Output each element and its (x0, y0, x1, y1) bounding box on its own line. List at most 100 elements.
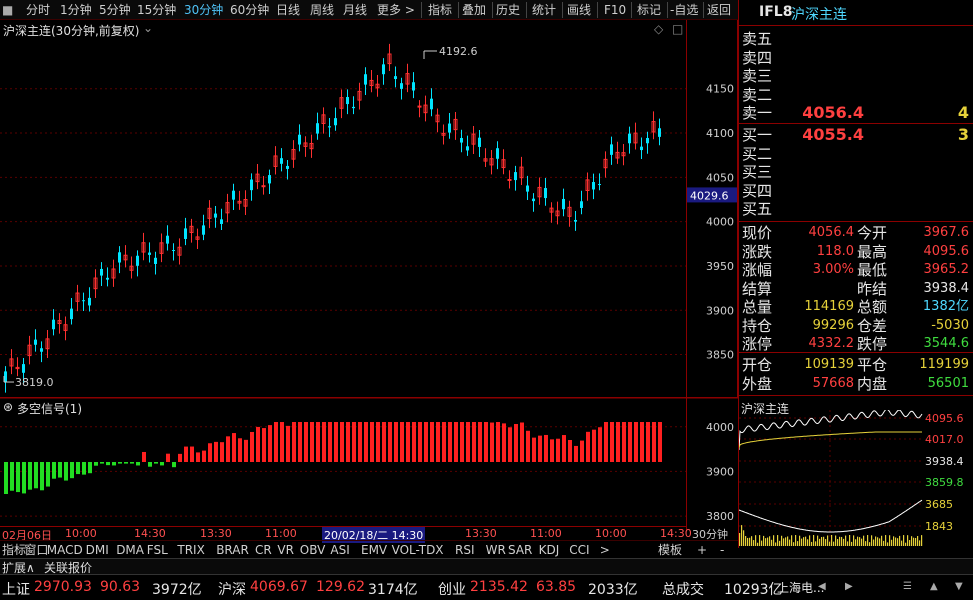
signal-bar (82, 462, 86, 475)
mini-volume-bar (777, 535, 779, 546)
mini-volume-bar (881, 535, 883, 546)
mini-volume-bar (899, 535, 901, 546)
indicator-gear-icon[interactable]: ⊛ (3, 400, 13, 414)
minus-btn[interactable]: - (720, 542, 724, 558)
mini-volume-bar (869, 542, 871, 546)
mini-volume-bar (763, 535, 765, 546)
bid-volume: 3 (957, 125, 969, 144)
ticker-next-icon[interactable]: ▶ (845, 581, 853, 592)
indicator-tab[interactable]: ASI (330, 542, 349, 558)
mini-volume-bar (851, 541, 853, 546)
tool-history[interactable]: 历史 (496, 2, 520, 18)
indicator-tab[interactable]: WR (486, 542, 506, 558)
candle-body (106, 277, 109, 280)
signal-bar (4, 462, 8, 494)
tab-15min[interactable]: 15分钟 (137, 2, 176, 18)
signal-bar (544, 434, 548, 462)
tab-daily[interactable]: 日线 (276, 2, 300, 18)
indicator-tab[interactable]: BRAR (216, 542, 249, 558)
stat-value: 114169 (804, 299, 854, 314)
mini-tick-label: 3938.4 (925, 455, 964, 468)
indicator-tab[interactable]: VR (277, 542, 294, 558)
signal-bar (190, 446, 194, 462)
tool-back[interactable]: 返回 (707, 2, 731, 18)
tool-mark[interactable]: 标记 (637, 2, 661, 18)
ask-label: 卖二 (742, 85, 773, 104)
square-icon[interactable]: ■ (2, 2, 13, 18)
mini-intraday-chart[interactable]: 4095.6 4017.0 3938.4 3859.8 3685 1843 (739, 410, 973, 548)
indicator-tab[interactable]: DMI (86, 542, 109, 558)
tool-stats[interactable]: 统计 (532, 2, 556, 18)
indicator-tab[interactable]: TRIX (177, 542, 204, 558)
tool-indicator[interactable]: 指标 (428, 2, 452, 18)
candle-body (598, 184, 601, 186)
ticker-up-icon[interactable]: ▲ (930, 581, 938, 592)
candle-body (166, 235, 169, 244)
y-tick-label: 3850 (706, 349, 734, 362)
mini-volume-bar (791, 535, 793, 546)
signal-bar (508, 427, 512, 462)
tool-draw[interactable]: 画线 (567, 2, 591, 18)
signal-bar (514, 424, 518, 462)
indicator-tab[interactable]: RSI (455, 542, 475, 558)
signal-bar (532, 437, 536, 462)
tab-5min[interactable]: 5分钟 (99, 2, 131, 18)
ticker-down-icon[interactable]: ▼ (955, 581, 963, 592)
signal-bar (316, 422, 320, 462)
signal-bar (214, 441, 218, 462)
mini-volume-bar (741, 525, 743, 546)
indicator-tab[interactable]: > (600, 542, 610, 558)
indicator-tab[interactable]: 窗口 (24, 542, 48, 558)
indicator-tab[interactable]: EMV (361, 542, 387, 558)
tab-30min[interactable]: 30分钟 (184, 2, 223, 18)
signal-bar (154, 462, 158, 464)
bid-price (799, 145, 864, 163)
mini-volume-bar (779, 540, 781, 546)
indicator-tab[interactable]: VOL-TDX (392, 542, 444, 558)
signal-bar (460, 422, 464, 462)
indicator-tab[interactable]: OBV (300, 542, 326, 558)
indicator-tab[interactable]: FSL (147, 542, 168, 558)
signal-bar (484, 422, 488, 462)
mini-volume-bar (903, 535, 905, 546)
signal-bar (124, 462, 128, 464)
candle-body (136, 255, 139, 266)
bid-volume (919, 182, 969, 200)
signal-bar (64, 462, 68, 481)
indicator-title: 多空信号(1) (17, 402, 82, 416)
mini-tick-label: 4095.6 (925, 412, 964, 425)
stat-value: 3965.2 (923, 262, 970, 277)
mini-tick-label: 3859.8 (925, 476, 964, 489)
candle-body (430, 98, 433, 110)
tab-1min[interactable]: 1分钟 (60, 2, 92, 18)
indicator-tab[interactable]: CR (255, 542, 272, 558)
stat-label: 现价 (742, 224, 773, 242)
mini-volume-bar (917, 536, 919, 546)
tab-monthly[interactable]: 月线 (343, 2, 367, 18)
tool-f10[interactable]: F10 (604, 2, 626, 18)
ticker-menu-icon[interactable]: ☰ (903, 581, 912, 592)
tool-watchlist[interactable]: -自选 (670, 2, 698, 18)
mini-volume-bar (751, 536, 753, 546)
tab-fenshi[interactable]: 分时 (26, 2, 50, 18)
indicator-tab[interactable]: 指标 (2, 542, 26, 558)
indicator-tab[interactable]: CCI (569, 542, 589, 558)
tab-weekly[interactable]: 周线 (310, 2, 334, 18)
indicator-tab[interactable]: SAR (508, 542, 532, 558)
candlestick-chart[interactable]: 4150 4100 4050 4000 3950 3900 3850 4192.6 3819.0… (0, 20, 738, 530)
candle-body (352, 106, 355, 109)
tool-overlay[interactable]: 叠加 (462, 2, 486, 18)
plus-btn[interactable]: + (697, 542, 707, 558)
tab-more[interactable]: 更多 > (377, 2, 415, 18)
indicator-tab[interactable]: MACD (47, 542, 83, 558)
indicator-tab[interactable]: DMA (116, 542, 144, 558)
stat-value: 3544.6 (923, 336, 970, 351)
tab-60min[interactable]: 60分钟 (230, 2, 269, 18)
mini-volume-bar (839, 536, 841, 546)
stat-label: 开仓 (742, 356, 773, 374)
indicator-tab[interactable]: KDJ (539, 542, 560, 558)
ticker-prev-icon[interactable]: ◀ (818, 581, 826, 592)
template-btn[interactable]: 模板 (658, 542, 682, 558)
mini-volume-bar (859, 537, 861, 546)
x-label: 14:30 (134, 527, 166, 540)
